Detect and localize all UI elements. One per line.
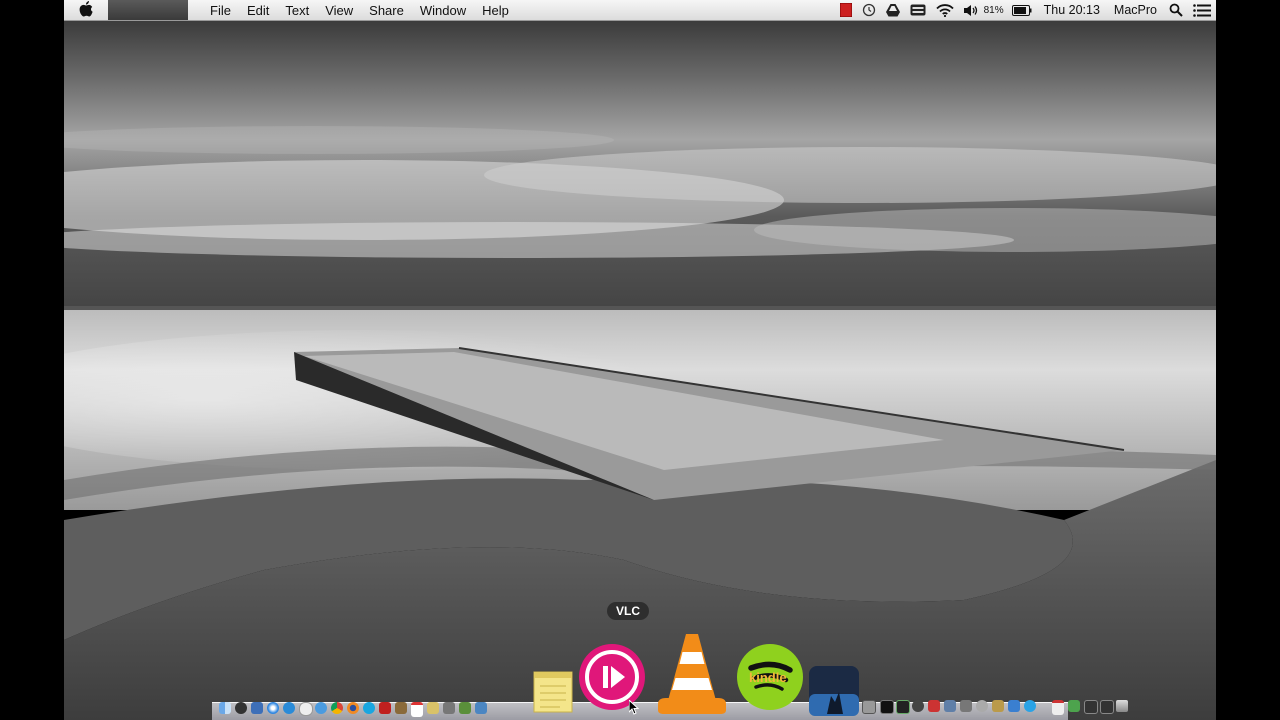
keyboard-icon[interactable]: [910, 4, 926, 16]
skype-icon[interactable]: [363, 702, 375, 714]
user-name[interactable]: MacPro: [1114, 3, 1157, 17]
menu-help[interactable]: Help: [474, 3, 517, 18]
ical-icon[interactable]: [411, 702, 423, 717]
photobooth-icon[interactable]: [928, 700, 940, 712]
drive-icon[interactable]: [885, 3, 900, 17]
vlc-icon[interactable]: [656, 630, 728, 720]
keychain-icon[interactable]: [992, 700, 1004, 712]
safari-icon[interactable]: [267, 702, 279, 714]
red-square-icon[interactable]: [839, 3, 852, 17]
stickies-icon[interactable]: [532, 670, 574, 720]
menu-text[interactable]: Text: [277, 3, 317, 18]
mouse-cursor-icon: [629, 700, 639, 715]
utility-icon[interactable]: [960, 700, 972, 712]
battery-percent: 81%: [983, 4, 1004, 16]
camera-icon[interactable]: [912, 700, 924, 712]
menu-view[interactable]: View: [317, 3, 361, 18]
twitter-icon[interactable]: [1024, 700, 1036, 712]
globe-icon[interactable]: [315, 702, 327, 714]
chrome-icon[interactable]: [331, 702, 343, 714]
status-area: 81% Thu 20:13 MacPro: [835, 0, 1216, 20]
trash-app-icon[interactable]: [475, 702, 487, 714]
finder-icon[interactable]: [219, 702, 231, 714]
volume-icon[interactable]: [963, 4, 979, 17]
clock[interactable]: Thu 20:13: [1044, 3, 1100, 17]
firefox-icon[interactable]: [347, 702, 359, 714]
pdf-icon[interactable]: [1052, 700, 1064, 715]
disk-icon[interactable]: [976, 700, 988, 712]
dock-tooltip: VLC: [607, 602, 649, 620]
list-icon[interactable]: [1193, 3, 1211, 17]
appstore-icon[interactable]: [283, 702, 295, 714]
dashboard-icon[interactable]: [235, 702, 247, 714]
green-doc-icon[interactable]: [1068, 700, 1080, 712]
window2-icon[interactable]: [1100, 700, 1114, 714]
menu-window[interactable]: Window: [412, 3, 474, 18]
xcode-icon[interactable]: [1008, 700, 1020, 712]
activity-icon[interactable]: [896, 700, 910, 714]
window-icon[interactable]: [1084, 700, 1098, 714]
menu-share[interactable]: Share: [361, 3, 412, 18]
filezilla-icon[interactable]: [379, 702, 391, 714]
wifi-icon[interactable]: [935, 3, 954, 17]
tools-icon[interactable]: [443, 702, 455, 714]
terminal-icon[interactable]: [880, 700, 894, 714]
app-name-redacted: [108, 0, 188, 20]
menu-bar: File Edit Text View Share Window Help 81…: [64, 0, 1216, 21]
dock: [214, 630, 1128, 720]
search-icon[interactable]: [1169, 3, 1183, 17]
kindle-label: kindle: [749, 670, 787, 685]
timemachine-icon[interactable]: [862, 3, 876, 17]
battery-icon[interactable]: [1011, 4, 1032, 16]
compass-icon[interactable]: [299, 702, 313, 716]
menu-file[interactable]: File: [202, 3, 239, 18]
trash-icon[interactable]: [1116, 700, 1128, 712]
photo-icon[interactable]: [395, 702, 407, 714]
desktop: File Edit Text View Share Window Help 81…: [64, 0, 1216, 720]
apple-icon[interactable]: [64, 0, 108, 20]
notes-mini-icon[interactable]: [427, 702, 439, 714]
grapher-icon[interactable]: [459, 702, 471, 714]
menu-edit[interactable]: Edit: [239, 3, 277, 18]
mission-control-icon[interactable]: [251, 702, 263, 714]
prefs-icon[interactable]: [862, 700, 876, 714]
screen-icon[interactable]: [944, 700, 956, 712]
kindle-icon[interactable]: [809, 666, 859, 720]
